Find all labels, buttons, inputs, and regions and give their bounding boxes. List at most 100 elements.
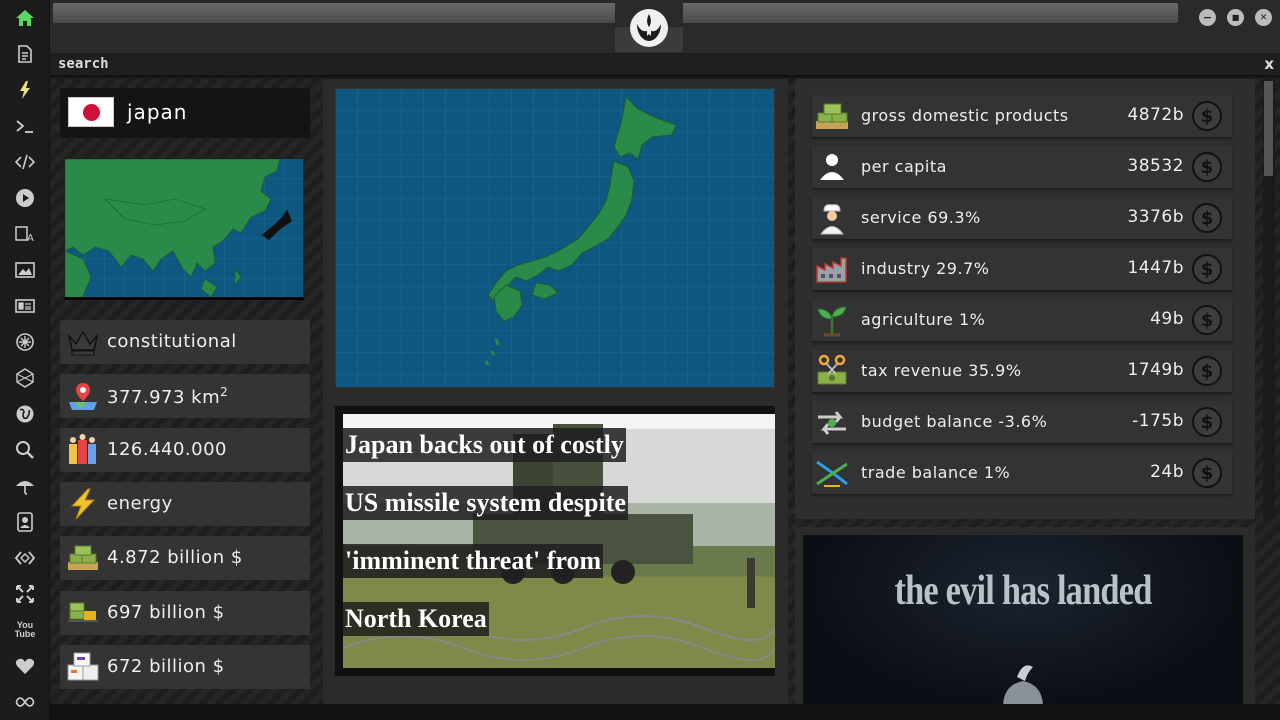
country-name: japan [127,100,188,124]
econ-label: agriculture 1% [861,310,986,329]
dollar-icon[interactable]: $ [1192,254,1222,284]
maximize-glyph: ■ [1231,13,1240,22]
area-row: 377.973 km2 [60,374,310,418]
factory-icon [816,257,847,283]
econ-value: 49b [1150,309,1184,329]
dollar-icon[interactable]: $ [1192,152,1222,182]
dollar-icon[interactable]: $ [1192,203,1222,233]
economy-panel: gross domestic products 4872b $ per capi… [795,79,1255,519]
econ-value: 3376b [1127,207,1184,227]
econ-row-per-capita[interactable]: per capita 38532 $ [812,146,1232,188]
news-icon[interactable] [13,294,37,318]
diamond-code-icon[interactable] [13,546,37,570]
headline-line-1: Japan backs out of costly [343,428,626,462]
youtube-label: You Tube [14,620,36,639]
minimize-button[interactable]: − [1199,9,1216,26]
population-value: 126.440.000 [107,439,228,460]
maximize-button[interactable]: ■ [1227,9,1244,26]
news-card[interactable]: Japan backs out of costly US missile sys… [335,406,775,676]
econ-row-service[interactable]: service 69.3% 3376b $ [812,197,1232,239]
search-bar[interactable]: search x [50,53,1280,77]
lightning-icon[interactable] [13,78,37,102]
economy-scrollbar[interactable] [1263,79,1275,519]
gdp-row: 4.872 billion $ [60,536,310,580]
headline-line-4: North Korea [343,602,489,636]
scrollbar-thumb[interactable] [1264,81,1273,176]
youtube-icon[interactable]: You Tube [13,618,37,642]
search-icon[interactable] [13,438,37,462]
dollar-icon[interactable]: $ [1192,305,1222,335]
government-row: constitutional [60,320,310,364]
image-icon[interactable] [13,258,37,282]
category-row: energy [60,482,310,526]
promo-card[interactable]: the evil has landed [795,527,1255,707]
gdp-value: 4.872 billion $ [107,547,243,568]
document-icon[interactable] [13,42,37,66]
dollar-icon[interactable]: $ [1192,458,1222,488]
search-close-button[interactable]: x [1264,55,1274,73]
econ-row-agriculture[interactable]: agriculture 1% 49b $ [812,299,1232,341]
econ-value: 4872b [1127,105,1184,125]
area-number: 377.973 km [107,387,221,408]
econ-label: industry 29.7% [861,259,990,278]
category-value: energy [107,493,173,514]
country-map[interactable] [335,88,775,388]
forklift-money-icon [68,602,98,627]
exports-value: 697 billion $ [107,602,225,623]
infinity-icon[interactable] [13,690,37,714]
settings-star-icon[interactable] [13,330,37,354]
close-glyph: ✕ [1259,12,1268,23]
econ-label: trade balance 1% [861,463,1011,482]
bottom-bar [50,704,1280,720]
econ-row-tax[interactable]: tax revenue 35.9% 1749b $ [812,350,1232,392]
area-unit-superscript: 2 [220,385,229,399]
sidebar: A You Tube [0,0,50,720]
chef-icon [820,204,844,235]
econ-label: service 69.3% [861,208,981,227]
econ-value: 1447b [1127,258,1184,278]
econ-value: 38532 [1127,156,1184,176]
imports-value: 672 billion $ [107,656,225,677]
econ-row-trade[interactable]: trade balance 1% 24b $ [812,452,1232,494]
headline-line-2: US missile system despite [343,486,628,520]
japan-flag-icon [68,97,114,127]
econ-label: budget balance -3.6% [861,412,1048,431]
headline-line-3: 'imminent threat' from [343,544,604,578]
heart-icon[interactable] [13,654,37,678]
code-icon[interactable] [13,150,37,174]
trade-lines-icon [816,460,848,487]
minimize-glyph: − [1202,11,1213,24]
econ-row-budget[interactable]: budget balance -3.6% -175b $ [812,401,1232,443]
search-label[interactable]: search [58,56,109,72]
play-icon[interactable] [13,186,37,210]
expand-icon[interactable] [13,582,37,606]
government-type: constitutional [107,331,237,352]
dollar-icon[interactable]: $ [1192,101,1222,131]
logo-tab[interactable] [615,0,683,52]
hexagon-icon[interactable] [13,366,37,390]
econ-row-gdp[interactable]: gross domestic products 4872b $ [812,95,1232,137]
map-pin-icon [69,383,97,410]
terminal-icon[interactable] [13,114,37,138]
imports-row: 672 billion $ [60,645,310,689]
home-icon[interactable] [13,6,37,30]
close-window-button[interactable]: ✕ [1255,9,1272,26]
dollar-icon[interactable]: $ [1192,407,1222,437]
region-mini-map[interactable] [64,158,304,300]
exchange-arrows-icon [818,411,846,435]
translate-icon[interactable]: A [13,222,37,246]
rebel-logo-icon [630,9,668,47]
umbrella-icon[interactable] [13,474,37,498]
econ-value: -175b [1132,411,1184,431]
money-stack-icon [68,545,98,570]
population-icon [69,434,96,464]
dollar-icon[interactable]: $ [1192,356,1222,386]
globe-icon[interactable] [13,402,37,426]
area-value: 377.973 km2 [107,385,228,408]
econ-value: 24b [1150,462,1184,482]
econ-row-industry[interactable]: industry 29.7% 1447b $ [812,248,1232,290]
exports-row: 697 billion $ [60,591,310,635]
contact-icon[interactable] [13,510,37,534]
content-area: japan constitutional 377.973 km2 126.440… [50,79,1280,707]
promo-image: the evil has landed [803,535,1243,707]
